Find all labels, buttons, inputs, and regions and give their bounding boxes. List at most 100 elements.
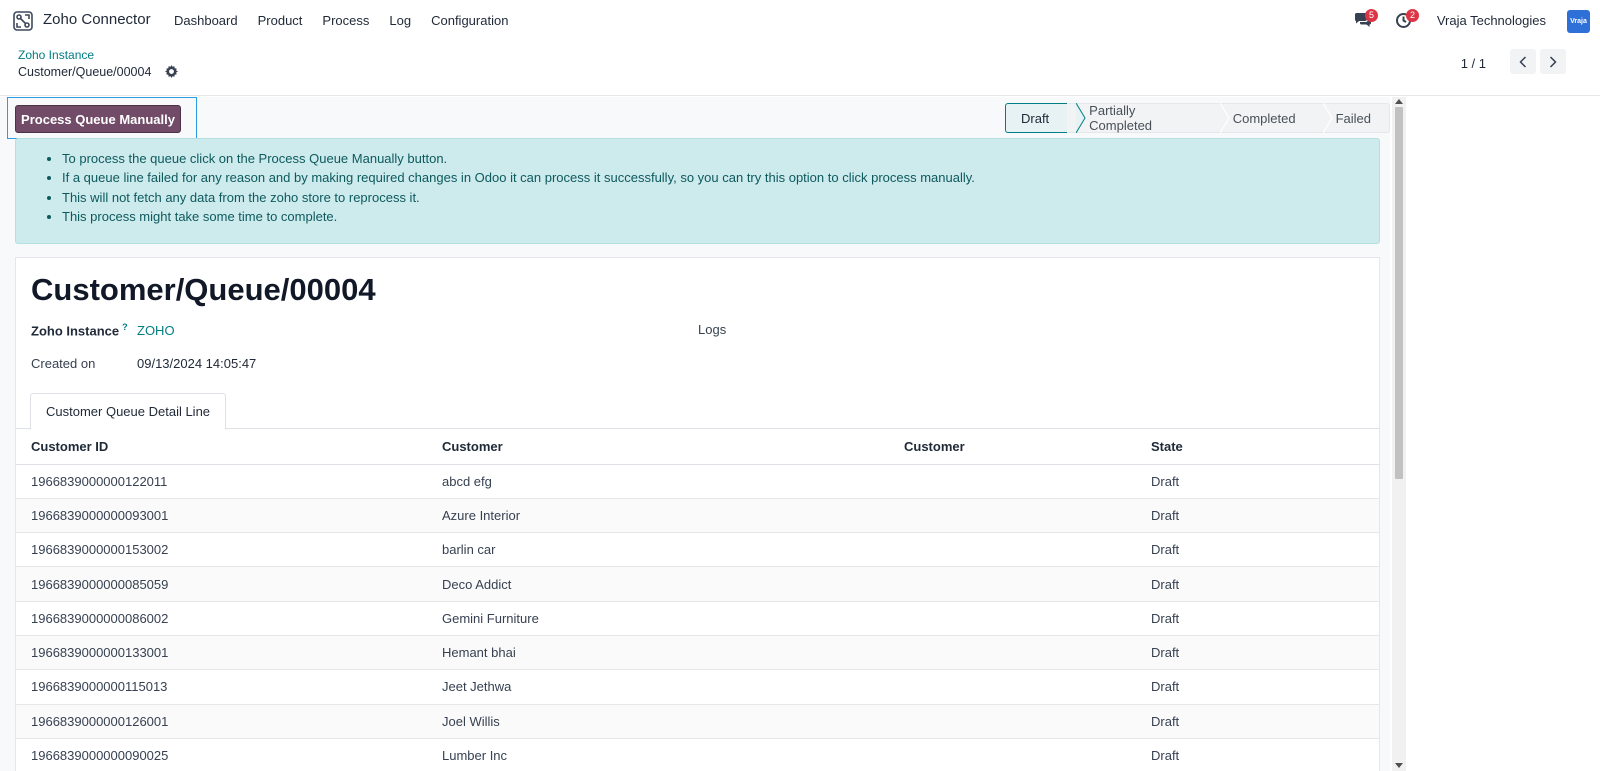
column-header-state[interactable]: State [1136,429,1379,465]
cell-customer-id: 1966839000000086002 [16,601,427,636]
menu-dashboard[interactable]: Dashboard [174,13,238,28]
table-row[interactable]: 1966839000000086002 Gemini Furniture Draft [16,601,1379,636]
cell-customer-id: 1966839000000122011 [16,464,427,499]
zoho-instance-link[interactable]: ZOHO [137,323,175,338]
alert-item: This will not fetch any data from the zo… [62,188,975,207]
table-row[interactable]: 1966839000000122011 abcd efg Draft [16,464,1379,499]
help-tooltip-icon[interactable]: ? [122,322,128,332]
cell-state: Draft [1136,566,1379,602]
gear-icon[interactable] [165,65,178,78]
cell-customer-id: 1966839000000126001 [16,704,427,739]
stage-partially-completed-label: Partially Completed [1089,103,1153,133]
tab-customer-queue-detail-line[interactable]: Customer Queue Detail Line [30,393,227,430]
cell-customer: Gemini Furniture [427,601,889,636]
cell-customer-2 [889,704,1136,739]
table-row[interactable]: 1966839000000115013 Jeet Jethwa Draft [16,669,1379,705]
stage-completed-label: Completed [1232,110,1296,126]
cell-customer-2 [889,498,1136,534]
pager-next-button[interactable] [1540,49,1566,74]
cell-customer: Azure Interior [427,498,889,534]
zoho-instance-label-text: Zoho Instance [31,323,120,339]
table-row[interactable]: 1966839000000153002 barlin car Draft [16,532,1379,568]
stage-draft[interactable]: Draft [1005,103,1086,133]
cell-state: Draft [1136,704,1379,739]
messages-icon[interactable]: 5 [1354,9,1378,30]
table-body: 1966839000000122011 abcd efg Draft 19668390… [16,464,1379,771]
alert-item: If a queue line failed for any reason an… [62,168,975,187]
cell-customer: Joel Willis [427,704,889,739]
column-header-customer[interactable]: Customer [427,429,889,465]
column-header-customer-2[interactable]: Customer [889,429,1136,465]
logs-label: Logs [698,322,727,337]
cell-state: Draft [1136,464,1379,499]
cell-customer: barlin car [427,532,889,568]
pager-value[interactable]: 1 / 1 [1461,56,1486,71]
activities-clock-icon[interactable]: 2 [1395,9,1419,30]
cell-customer-2 [889,738,1136,771]
zoho-instance-label: Zoho Instance? [31,322,128,338]
cell-customer: Jeet Jethwa [427,669,889,705]
cell-customer: Deco Addict [427,566,889,602]
scroll-up-arrow-icon[interactable] [1395,99,1403,104]
created-on-label: Created on [31,356,96,371]
process-queue-manually-button[interactable]: Process Queue Manually [15,105,181,133]
user-avatar[interactable]: Vraja [1567,10,1590,33]
form-sheet: Customer/Queue/00004 Zoho Instance? ZOHO… [15,257,1380,771]
stage-failed-label: Failed [1335,110,1371,126]
cell-customer-2 [889,464,1136,499]
column-header-customer-id[interactable]: Customer ID [16,429,427,465]
cell-customer-2 [889,669,1136,705]
notebook-tabs: Customer Queue Detail Line [16,393,1379,430]
created-on-value: 09/13/2024 14:05:47 [137,356,257,371]
stage-draft-label: Draft [1021,110,1050,126]
cell-state: Draft [1136,498,1379,534]
top-navbar: Zoho Connector Dashboard Product Process… [0,0,1600,42]
activities-badge: 2 [1406,9,1419,22]
table-row[interactable]: 1966839000000093001 Azure Interior Draft [16,498,1379,534]
cell-customer-2 [889,601,1136,636]
cell-customer-id: 1966839000000090025 [16,738,427,771]
cell-customer-2 [889,635,1136,671]
cell-state: Draft [1136,669,1379,705]
pager-previous-button[interactable] [1510,49,1536,74]
app-name[interactable]: Zoho Connector [43,11,151,28]
chevron-left-icon [1519,55,1527,68]
company-switcher[interactable]: Vraja Technologies [1437,13,1546,28]
cell-state: Draft [1136,635,1379,671]
table-header-row: Customer ID Customer Customer State [16,429,1379,465]
cell-customer-id: 1966839000000093001 [16,498,427,534]
cell-customer-2 [889,566,1136,602]
cell-customer: Hemant bhai [427,635,889,671]
cell-customer-id: 1966839000000115013 [16,669,427,705]
menu-log[interactable]: Log [389,13,411,28]
menu-product[interactable]: Product [258,13,303,28]
table-row[interactable]: 1966839000000085059 Deco Addict Draft [16,566,1379,602]
menu-process[interactable]: Process [322,13,369,28]
vertical-scrollbar[interactable] [1392,97,1406,771]
scroll-down-arrow-icon[interactable] [1395,763,1403,768]
menu-configuration[interactable]: Configuration [431,13,508,28]
main-menu: Dashboard Product Process Log Configurat… [174,13,528,28]
stage-partially-completed[interactable]: Partially Completed [1067,103,1230,133]
table-row[interactable]: 1966839000000090025 Lumber Inc Draft [16,738,1379,771]
scrollbar-thumb[interactable] [1395,107,1403,479]
cell-customer: abcd efg [427,464,889,499]
chevron-right-icon [1549,55,1557,68]
cell-state: Draft [1136,532,1379,568]
table-row[interactable]: 1966839000000133001 Hemant bhai Draft [16,635,1379,671]
control-panel: Zoho Instance Customer/Queue/00004 1 / 1 [0,42,1600,96]
breadcrumb-current: Customer/Queue/00004 [18,65,152,79]
app-logo-icon[interactable] [12,10,34,32]
table-row[interactable]: 1966839000000126001 Joel Willis Draft [16,704,1379,739]
cell-customer: Lumber Inc [427,738,889,771]
button-focus-ring: Process Queue Manually [7,97,197,139]
cell-state: Draft [1136,738,1379,771]
form-content: Process Queue Manually Draft Partially C… [0,97,1390,771]
breadcrumb-parent[interactable]: Zoho Instance [18,48,94,62]
record-title: Customer/Queue/00004 [31,272,376,307]
messages-badge: 5 [1365,9,1378,22]
status-bar: Draft Partially Completed Completed Fail… [1005,103,1390,133]
cell-customer-id: 1966839000000153002 [16,532,427,568]
cell-customer-id: 1966839000000085059 [16,566,427,602]
cell-customer-id: 1966839000000133001 [16,635,427,671]
